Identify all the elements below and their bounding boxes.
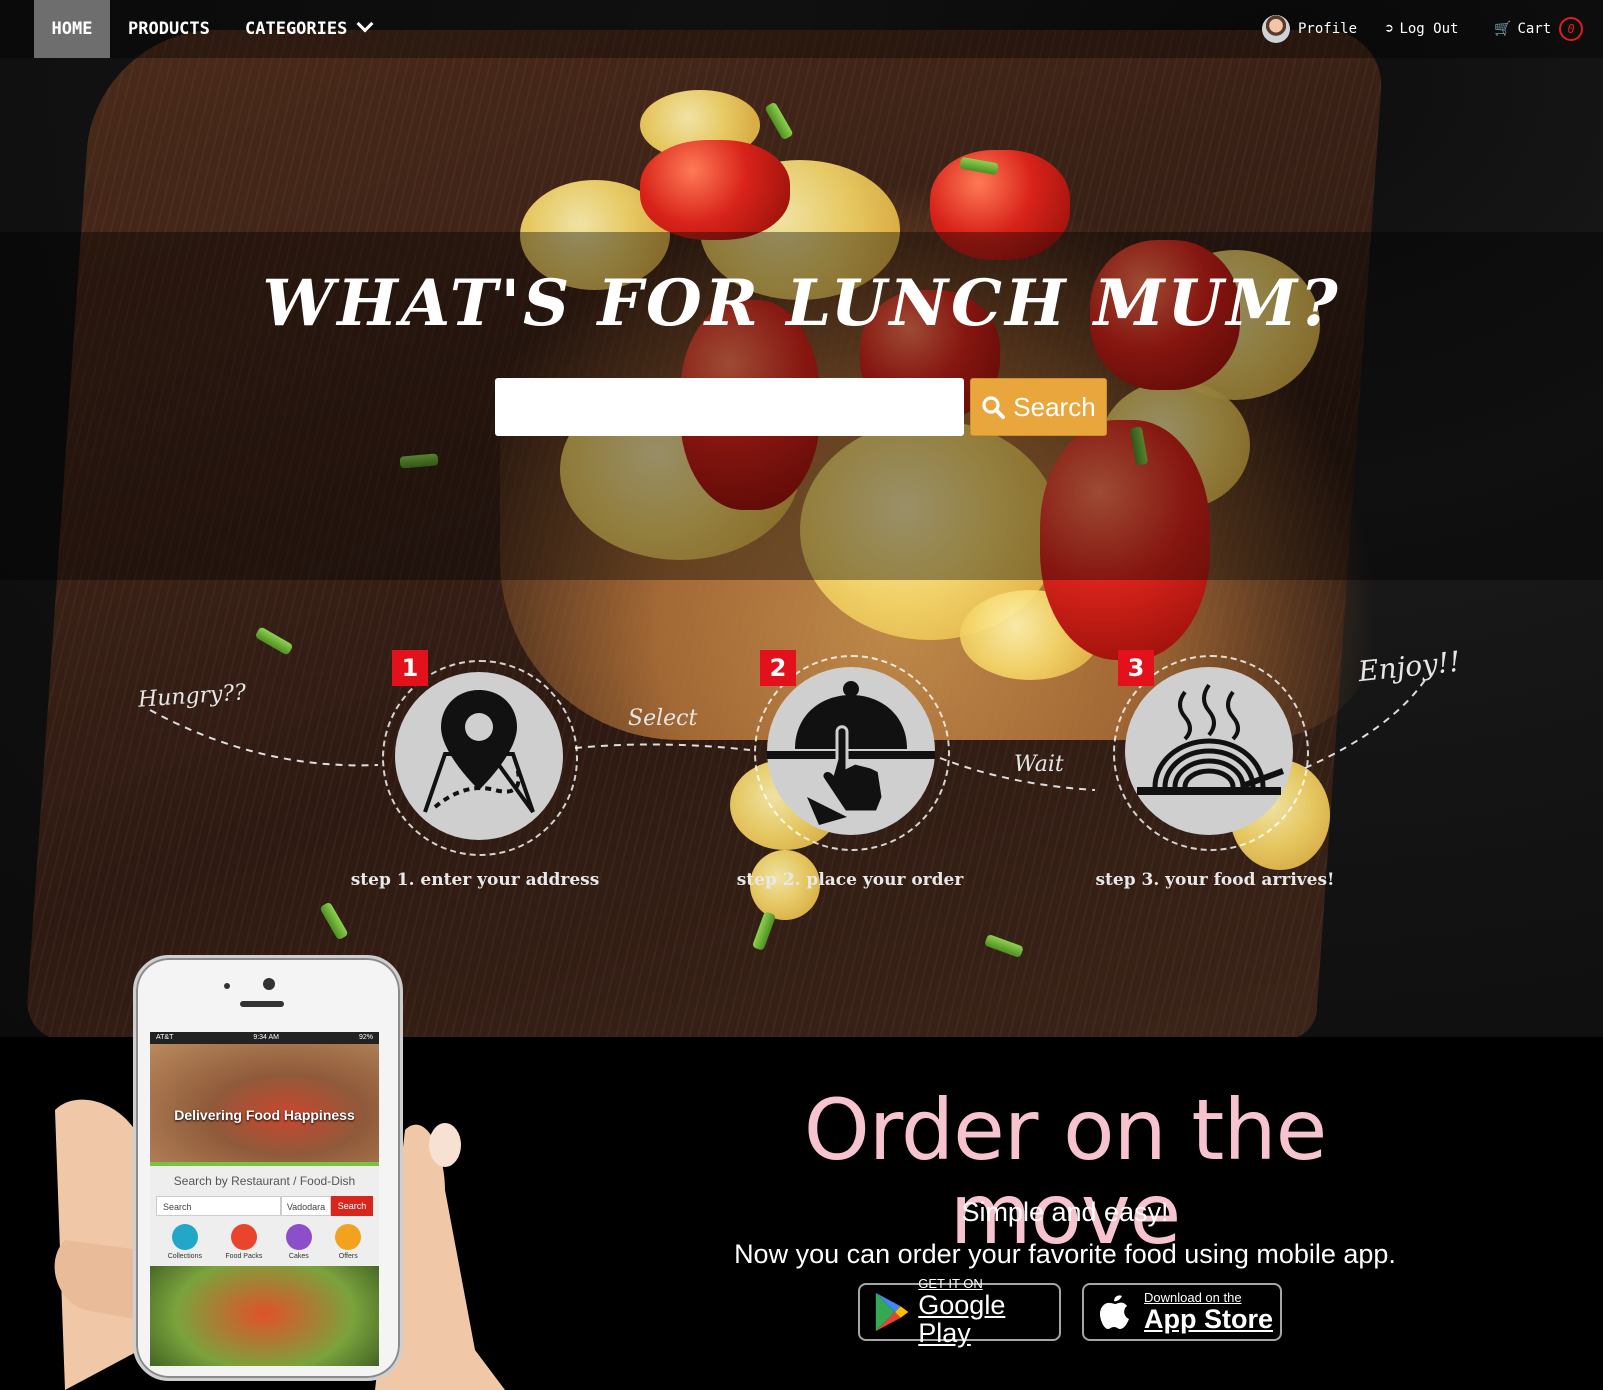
phone-category-row: Collections Food Packs Cakes Offers (156, 1224, 373, 1260)
google-play-icon (875, 1292, 909, 1332)
step-3-badge: 3 (1118, 650, 1154, 686)
phone-category: Food Packs (225, 1224, 262, 1260)
phone-time: 9:34 AM (253, 1034, 280, 1041)
phone-category-label: Collections (167, 1253, 202, 1260)
phone-search-button: Search (331, 1196, 373, 1216)
phone-city-select: Vadodara (281, 1196, 331, 1216)
step-1-badge: 1 (392, 650, 428, 686)
offers-icon (335, 1224, 362, 1250)
phone-banner: Delivering Food Happiness (150, 1044, 379, 1162)
app-store-big-text: App Store (1144, 1304, 1274, 1334)
nav-categories-dropdown[interactable]: CATEGORIES (245, 0, 374, 58)
app-promo-description: Now you can order your favorite food usi… (734, 1239, 1396, 1269)
step-2-circle (767, 667, 935, 835)
nav-profile-link[interactable]: Profile (1262, 0, 1357, 58)
phone-category-label: Food Packs (225, 1253, 263, 1260)
step-2-badge: 2 (760, 650, 796, 686)
step-1-circle (395, 672, 563, 840)
profile-label: Profile (1298, 21, 1358, 37)
phone-search-heading: Search by Restaurant / Food-Dish (173, 1174, 356, 1188)
nav-home-link[interactable]: HOME (34, 0, 110, 58)
search-button[interactable]: Search (970, 378, 1107, 436)
logout-icon: ➲ (1385, 21, 1394, 37)
phone-carrier: AT&T (156, 1034, 174, 1041)
phone-camera (263, 978, 275, 990)
phone-speaker (240, 1001, 284, 1007)
google-play-big-text: Google Play (918, 1290, 1006, 1348)
collections-icon (171, 1224, 198, 1250)
search-button-label: Search (1013, 391, 1096, 422)
cakes-icon (285, 1224, 312, 1250)
phone-search-row: Search Vadodara Search (156, 1196, 373, 1216)
nav-cart-link[interactable]: 🛒 Cart 0 (1494, 0, 1584, 58)
search-input[interactable] (495, 378, 964, 436)
step-3-label: step 3. your food arrives! (1095, 870, 1335, 890)
step-1-label: step 1. enter your address (350, 870, 600, 890)
nav-logout-link[interactable]: ➲ Log Out (1385, 0, 1458, 58)
cart-count-badge: 0 (1559, 17, 1584, 41)
phone-search-panel: Search by Restaurant / Food-Dish Search … (150, 1166, 379, 1266)
google-play-button[interactable]: GET IT ON Google Play (858, 1277, 1061, 1347)
logout-label: Log Out (1399, 21, 1459, 37)
app-store-small-text: Download on the (1144, 1290, 1242, 1305)
phone-banner-text: Delivering Food Happiness (174, 1107, 355, 1123)
phone-search-input: Search (156, 1196, 281, 1216)
avatar (1262, 15, 1290, 43)
tomato-image (640, 140, 790, 240)
step-3-circle (1125, 667, 1293, 835)
select-text: Select (628, 706, 698, 731)
phone-category: Offers (335, 1224, 362, 1260)
google-play-small-text: GET IT ON (918, 1276, 983, 1291)
phone-category-label: Offers (338, 1253, 358, 1260)
apple-icon (1100, 1295, 1129, 1329)
wait-text: Wait (1014, 752, 1064, 777)
nav-categories-label: CATEGORIES (245, 19, 348, 39)
phone-screen: AT&T 9:34 AM 92% Delivering Food Happine… (150, 1032, 379, 1366)
phone-status-bar: AT&T 9:34 AM 92% (150, 1032, 379, 1044)
phone-sensor (224, 983, 230, 989)
step-2-label: step 2. place your order (736, 870, 964, 890)
map-pin-icon (423, 690, 535, 814)
phone-battery: 92% (358, 1034, 373, 1041)
phone-category: Cakes (285, 1224, 312, 1260)
chevron-down-icon (356, 15, 374, 33)
top-navbar: HOME PRODUCTS CATEGORIES Profile ➲ Log Ou… (0, 0, 1603, 58)
cart-label: Cart (1517, 21, 1552, 37)
phone-category: Collections (168, 1224, 202, 1260)
hero-headline: What's for lunch Mum? (262, 266, 1341, 341)
nav-products-link[interactable]: PRODUCTS (128, 0, 210, 58)
app-promo-subtitle: Simple and easy! (961, 1197, 1169, 1227)
phone-category-label: Cakes (288, 1253, 309, 1260)
food-packs-icon (230, 1224, 257, 1250)
food-cloche-icon (767, 681, 935, 825)
hot-food-bowl-icon (1137, 683, 1285, 795)
search-icon (982, 396, 1006, 419)
cart-icon: 🛒 (1494, 21, 1512, 37)
app-store-button[interactable]: Download on the App Store (1082, 1283, 1282, 1341)
phone-food-image (150, 1266, 379, 1366)
app-promo-title: Order on the move (803, 1081, 1328, 1263)
